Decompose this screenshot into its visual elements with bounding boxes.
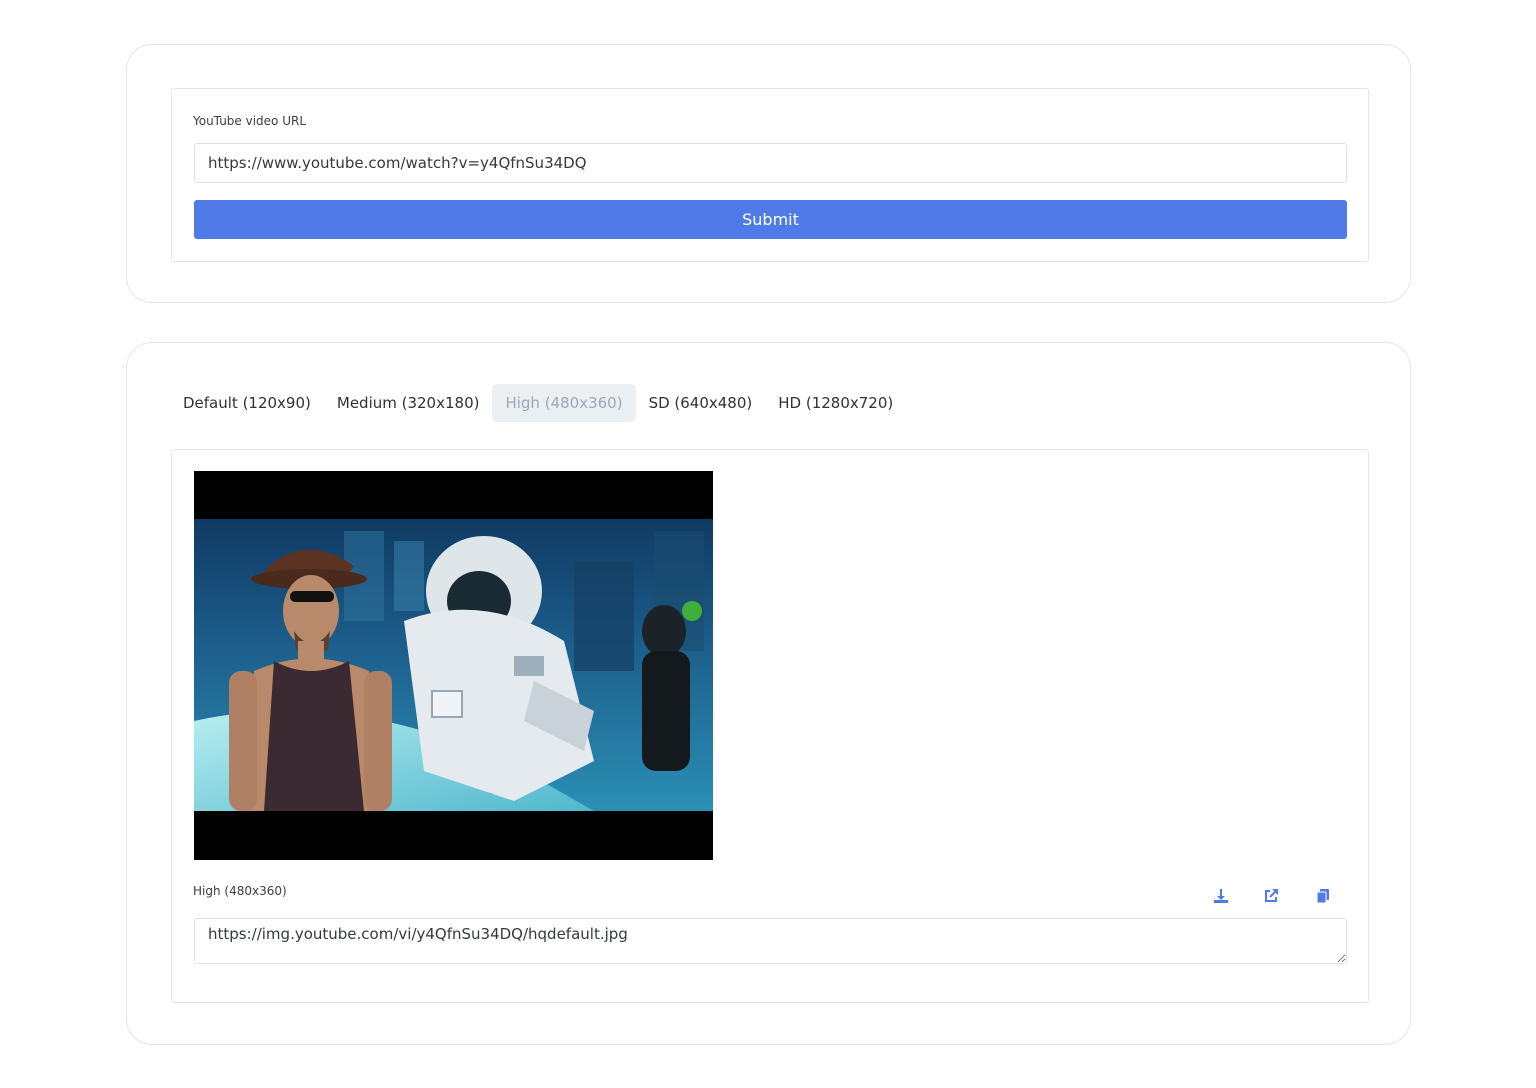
- resolution-tabs: Default (120x90) Medium (320x180) High (…: [170, 384, 906, 422]
- thumbnail-image[interactable]: [194, 471, 713, 860]
- submit-button[interactable]: Submit: [194, 200, 1347, 239]
- youtube-url-input[interactable]: [194, 143, 1347, 183]
- url-form: YouTube video URL Submit: [171, 88, 1369, 262]
- url-field-label: YouTube video URL: [193, 114, 307, 128]
- download-icon[interactable]: [1210, 885, 1232, 907]
- tab-sd[interactable]: SD (640x480): [636, 384, 766, 422]
- tab-default[interactable]: Default (120x90): [170, 384, 324, 422]
- tab-hd[interactable]: HD (1280x720): [765, 384, 906, 422]
- tab-medium[interactable]: Medium (320x180): [324, 384, 493, 422]
- thumbnail-card: Default (120x90) Medium (320x180) High (…: [126, 342, 1411, 1045]
- image-url-textarea[interactable]: https://img.youtube.com/vi/y4QfnSu34DQ/h…: [194, 918, 1347, 964]
- thumbnail-panel: High (480x360) https://img.youtube.com/v…: [171, 449, 1369, 1003]
- external-link-icon[interactable]: [1260, 885, 1282, 907]
- tab-high[interactable]: High (480x360): [492, 384, 636, 422]
- url-form-card: YouTube video URL Submit: [126, 44, 1411, 303]
- result-label: High (480x360): [193, 884, 287, 898]
- copy-icon[interactable]: [1312, 885, 1334, 907]
